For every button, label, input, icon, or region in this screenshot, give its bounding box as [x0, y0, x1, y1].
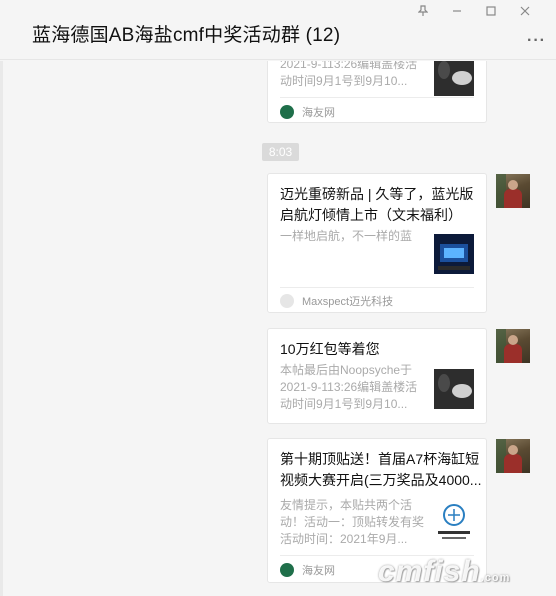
- card-thumbnail: [434, 61, 474, 96]
- chat-title: 蓝海德国AB海盐cmf中奖活动群 (12): [32, 25, 341, 46]
- message-card[interactable]: 2021-9-113:26编辑盖楼活动时间9月1号到9月10... 海友网: [267, 61, 487, 123]
- card-source: 海友网: [280, 104, 335, 120]
- card-description: 本帖最后由Noopsyche于2021-9-113:26编辑盖楼活动时间9月1号…: [280, 363, 418, 411]
- card-title: 迈光重磅新品 | 久等了，蓝光版启航灯倾情上市（文末福利）: [280, 186, 474, 223]
- maxspect-logo-icon: [280, 294, 294, 308]
- message-list: 2021-9-113:26编辑盖楼活动时间9月1号到9月10... 海友网 8:…: [0, 61, 556, 596]
- pin-icon[interactable]: [406, 2, 440, 20]
- more-options-button[interactable]: ···: [527, 32, 546, 50]
- message-card[interactable]: 迈光重磅新品 | 久等了，蓝光版启航灯倾情上市（文末福利） 一样地启航，不一样的…: [267, 173, 487, 313]
- watermark-text: cmfish: [378, 555, 481, 588]
- window-controls: [406, 2, 542, 20]
- card-source-label: 海友网: [302, 107, 335, 119]
- timestamp-badge: 8:03: [262, 143, 299, 161]
- avatar[interactable]: [496, 439, 530, 473]
- card-source: 海友网: [280, 562, 335, 578]
- card-source: Maxspect迈光科技: [280, 293, 393, 309]
- card-description: 友情提示，本贴共两个活动！活动一：顶贴转发有奖活动时间：2021年9月...: [280, 498, 425, 546]
- card-thumbnail: [434, 234, 474, 274]
- chat-header: 蓝海德国AB海盐cmf中奖活动群 (12) ···: [0, 0, 556, 60]
- avatar[interactable]: [496, 329, 530, 363]
- card-thumbnail: [434, 369, 474, 409]
- card-source-label: Maxspect迈光科技: [302, 296, 394, 308]
- card-description: 一样地启航，不一样的蓝: [280, 229, 413, 243]
- minimize-icon[interactable]: [440, 2, 474, 20]
- message-card[interactable]: 10万红包等着您 本帖最后由Noopsyche于2021-9-113:26编辑盖…: [267, 328, 487, 424]
- close-icon[interactable]: [508, 2, 542, 20]
- watermark-suffix: .com: [480, 572, 511, 584]
- haiyou-logo-icon: [280, 563, 294, 577]
- card-thumbnail: [434, 501, 474, 541]
- haiyou-logo-icon: [280, 105, 294, 119]
- avatar[interactable]: [496, 174, 530, 208]
- card-source-label: 海友网: [302, 565, 335, 577]
- card-title: 10万红包等着您: [280, 341, 380, 357]
- cmfish-watermark: cmfish.com: [378, 555, 510, 589]
- maximize-icon[interactable]: [474, 2, 508, 20]
- card-divider: [280, 287, 474, 288]
- card-divider: [280, 97, 474, 98]
- card-title: 第十期顶贴送！首届A7杯海缸短视频大赛开启(三万奖品及4000...: [280, 451, 482, 488]
- card-description: 2021-9-113:26编辑盖楼活动时间9月1号到9月10...: [280, 61, 418, 88]
